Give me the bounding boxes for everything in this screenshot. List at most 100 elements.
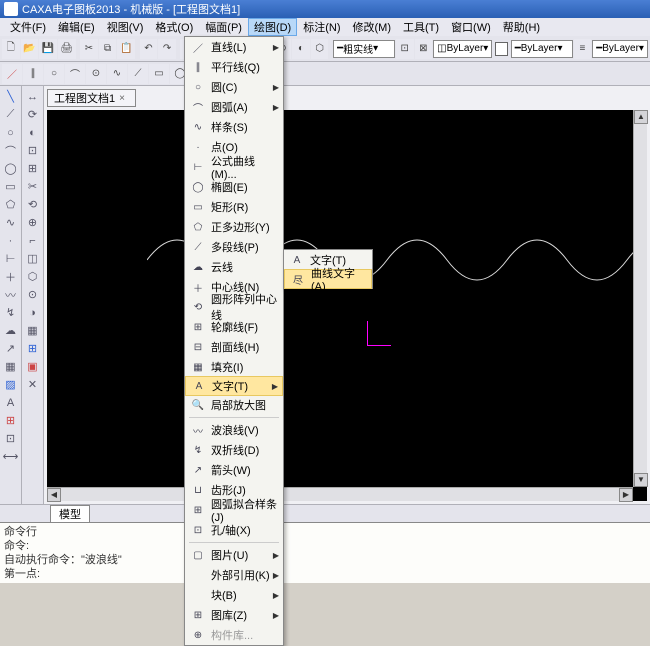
menu-draw[interactable]: 绘图(D) — [248, 18, 297, 36]
lt-dim-icon[interactable]: ⟷ — [2, 448, 20, 465]
lt-point-icon[interactable]: · — [2, 232, 20, 249]
menu-item[interactable]: ▭矩形(R) — [185, 197, 283, 217]
layer-bylayer-2[interactable]: ━ ByLayer ▾ — [511, 40, 573, 58]
lt2-icon-2[interactable]: ⟳ — [24, 106, 42, 123]
cut-icon[interactable]: ✂ — [80, 39, 98, 59]
menu-item[interactable]: ↯双折线(D) — [185, 440, 283, 460]
horizontal-scrollbar[interactable]: ◀ ▶ — [47, 487, 633, 501]
menu-item[interactable]: ⊢公式曲线(M)... — [185, 157, 283, 177]
menu-item[interactable]: ⌒圆弧(A)▶ — [185, 97, 283, 117]
lt2-icon-13[interactable]: ◑ — [24, 304, 42, 321]
draw-spline-icon[interactable]: ∿ — [107, 64, 127, 84]
menu-item[interactable]: ／直线(L)▶ — [185, 37, 283, 57]
menu-view[interactable]: 视图(V) — [101, 18, 150, 36]
layer-icon-1[interactable]: ⊡ — [396, 39, 414, 59]
menu-item[interactable]: 外部引用(K)▶ — [185, 565, 283, 585]
scroll-right-icon[interactable]: ▶ — [619, 488, 633, 502]
lt-cloud-icon[interactable]: ☁ — [2, 322, 20, 339]
lt-ellipse-icon[interactable]: ◯ — [2, 160, 20, 177]
layer-bylayer-3[interactable]: ━ ByLayer ▾ — [592, 40, 648, 58]
lt-center-icon[interactable]: ＋ — [2, 268, 20, 285]
menu-frame[interactable]: 幅面(P) — [199, 18, 248, 36]
menu-item[interactable]: ⟋多段线(P) — [185, 237, 283, 257]
lt-arrow-icon[interactable]: ↗ — [2, 340, 20, 357]
menu-item[interactable]: ☁云线 — [185, 257, 283, 277]
linetype-dropdown[interactable]: ━ 粗实线 ▾ — [333, 40, 395, 58]
lt2-icon-5[interactable]: ⊞ — [24, 160, 42, 177]
lt-fill-icon[interactable]: ▨ — [2, 376, 20, 393]
draw-line-icon[interactable]: ／ — [2, 64, 22, 84]
menu-item[interactable]: ▢图片(U)▶ — [185, 545, 283, 565]
lt-line-icon[interactable]: ╲ — [2, 88, 20, 105]
lt-icon-2[interactable]: ⟋ — [2, 106, 20, 123]
submenu-item[interactable]: 尽曲线文字(A) — [284, 269, 372, 289]
menu-tools[interactable]: 工具(T) — [397, 18, 445, 36]
lt-break-icon[interactable]: ↯ — [2, 304, 20, 321]
lt-poly-icon[interactable]: ⬠ — [2, 196, 20, 213]
menu-item[interactable]: ▦填充(I) — [185, 357, 283, 377]
lt-rect-icon[interactable]: ▭ — [2, 178, 20, 195]
menu-item[interactable]: 块(B)▶ — [185, 585, 283, 605]
draw-parallel-icon[interactable]: ∥ — [23, 64, 43, 84]
layer-bylayer-1[interactable]: ◫ ByLayer ▾ — [433, 40, 492, 58]
menu-help[interactable]: 帮助(H) — [497, 18, 546, 36]
vertical-scrollbar[interactable]: ▲ ▼ — [633, 110, 647, 487]
menu-item[interactable]: ∿样条(S) — [185, 117, 283, 137]
menu-item[interactable]: ⊡孔/轴(X) — [185, 520, 283, 540]
menu-item[interactable]: ⊕构件库... — [185, 625, 283, 645]
lt-lib-icon[interactable]: ⊡ — [2, 430, 20, 447]
lt2-icon-17[interactable]: ✕ — [24, 376, 42, 393]
lt-arc-icon[interactable]: ⌒ — [2, 142, 20, 159]
menu-file[interactable]: 文件(F) — [4, 18, 52, 36]
menu-item[interactable]: ⟲圆形阵列中心线 — [185, 297, 283, 317]
menu-modify[interactable]: 修改(M) — [347, 18, 398, 36]
lt2-icon-10[interactable]: ◫ — [24, 250, 42, 267]
menu-item[interactable]: ∥平行线(Q) — [185, 57, 283, 77]
menu-item[interactable]: ◯椭圆(E) — [185, 177, 283, 197]
new-file-icon[interactable]: 🗋 — [2, 39, 20, 59]
menu-item[interactable]: ○圆(C)▶ — [185, 77, 283, 97]
copy-icon[interactable]: ⧉ — [99, 39, 117, 59]
lt2-icon-8[interactable]: ⊕ — [24, 214, 42, 231]
lineweight-icon[interactable]: ≡ — [574, 39, 592, 59]
close-tab-icon[interactable]: × — [119, 93, 129, 103]
lt-wave-icon[interactable]: 〰 — [2, 286, 20, 303]
draw-rect-icon[interactable]: ▭ — [149, 64, 169, 84]
lt2-icon-6[interactable]: ✂ — [24, 178, 42, 195]
menu-item[interactable]: A文字(T)▶ — [185, 376, 283, 396]
lt-spline-icon[interactable]: ∿ — [2, 214, 20, 231]
lt2-icon-11[interactable]: ⬡ — [24, 268, 42, 285]
tool-icon-7[interactable]: ◐ — [292, 39, 310, 59]
menu-item[interactable]: ⊞图库(Z)▶ — [185, 605, 283, 625]
scroll-down-icon[interactable]: ▼ — [634, 473, 648, 487]
print-icon[interactable]: 🖨 — [58, 39, 76, 59]
model-tab[interactable]: 模型 — [50, 505, 90, 523]
menu-format[interactable]: 格式(O) — [149, 18, 199, 36]
lt-text-icon[interactable]: A — [2, 394, 20, 411]
save-icon[interactable]: 💾 — [39, 39, 57, 59]
menu-item[interactable]: 〰波浪线(V) — [185, 420, 283, 440]
draw-icon-5[interactable]: ⊙ — [86, 64, 106, 84]
layer-icon-2[interactable]: ⊠ — [415, 39, 433, 59]
lt2-icon-4[interactable]: ⊡ — [24, 142, 42, 159]
tool-icon-8[interactable]: ⬡ — [311, 39, 329, 59]
menu-dimension[interactable]: 标注(N) — [297, 18, 346, 36]
menu-edit[interactable]: 编辑(E) — [52, 18, 101, 36]
scroll-left-icon[interactable]: ◀ — [47, 488, 61, 502]
menu-item[interactable]: ⊞轮廓线(F) — [185, 317, 283, 337]
draw-circle-icon[interactable]: ○ — [44, 64, 64, 84]
undo-icon[interactable]: ↶ — [140, 39, 158, 59]
lt2-icon-14[interactable]: ▦ — [24, 322, 42, 339]
lt-circle-icon[interactable]: ○ — [2, 124, 20, 141]
lt-block-icon[interactable]: ⊞ — [2, 412, 20, 429]
lt2-icon-15[interactable]: ⊞ — [24, 340, 42, 357]
lt2-icon-3[interactable]: ◐ — [24, 124, 42, 141]
lt2-icon-16[interactable]: ▣ — [24, 358, 42, 375]
lt-icon-10[interactable]: ⊢ — [2, 250, 20, 267]
lt2-icon-12[interactable]: ⊙ — [24, 286, 42, 303]
menu-item[interactable]: 🔍局部放大图 — [185, 395, 283, 415]
menu-item[interactable]: ↗箭头(W) — [185, 460, 283, 480]
menu-item[interactable]: ⊞圆弧拟合样条(J) — [185, 500, 283, 520]
lt2-icon-9[interactable]: ⌐ — [24, 232, 42, 249]
draw-polyline-icon[interactable]: ⟋ — [128, 64, 148, 84]
